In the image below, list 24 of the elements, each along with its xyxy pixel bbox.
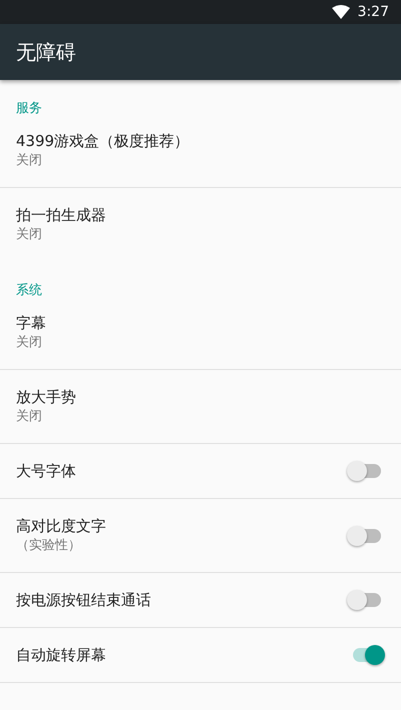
settings-item[interactable]: 放大手势 关闭 bbox=[0, 370, 401, 444]
screen-title: 无障碍 bbox=[16, 38, 76, 66]
item-title: 拍一拍生成器 bbox=[16, 205, 106, 225]
item-title: 放大手势 bbox=[16, 386, 76, 406]
wifi-icon bbox=[332, 5, 350, 19]
settings-item[interactable]: 4399游戏盒（极度推荐） 关闭 bbox=[0, 114, 401, 188]
item-summary: 关闭 bbox=[16, 334, 42, 352]
settings-item[interactable]: 自动旋转屏幕 bbox=[0, 628, 401, 683]
settings-item[interactable]: 高对比度文字 （实验性） bbox=[0, 499, 401, 573]
item-title: 自动旋转屏幕 bbox=[16, 645, 106, 665]
settings-item[interactable]: 大号字体 bbox=[0, 444, 401, 499]
item-title: 大号字体 bbox=[16, 461, 76, 481]
clock: 3:27 bbox=[358, 4, 389, 20]
settings-item[interactable]: 按电源按钮结束通话 bbox=[0, 573, 401, 628]
item-summary: 关闭 bbox=[16, 408, 42, 426]
item-title: 字幕 bbox=[16, 312, 46, 332]
item-title: 4399游戏盒（极度推荐） bbox=[16, 130, 190, 150]
item-summary: （实验性） bbox=[16, 536, 81, 554]
settings-item[interactable]: 拍一拍生成器 关闭 bbox=[0, 188, 401, 262]
settings-item[interactable]: 字幕 关闭 bbox=[0, 296, 401, 370]
item-title: 高对比度文字 bbox=[16, 516, 106, 536]
item-summary: 关闭 bbox=[16, 152, 42, 170]
item-summary: 关闭 bbox=[16, 226, 42, 244]
item-title: 按电源按钮结束通话 bbox=[16, 590, 151, 610]
